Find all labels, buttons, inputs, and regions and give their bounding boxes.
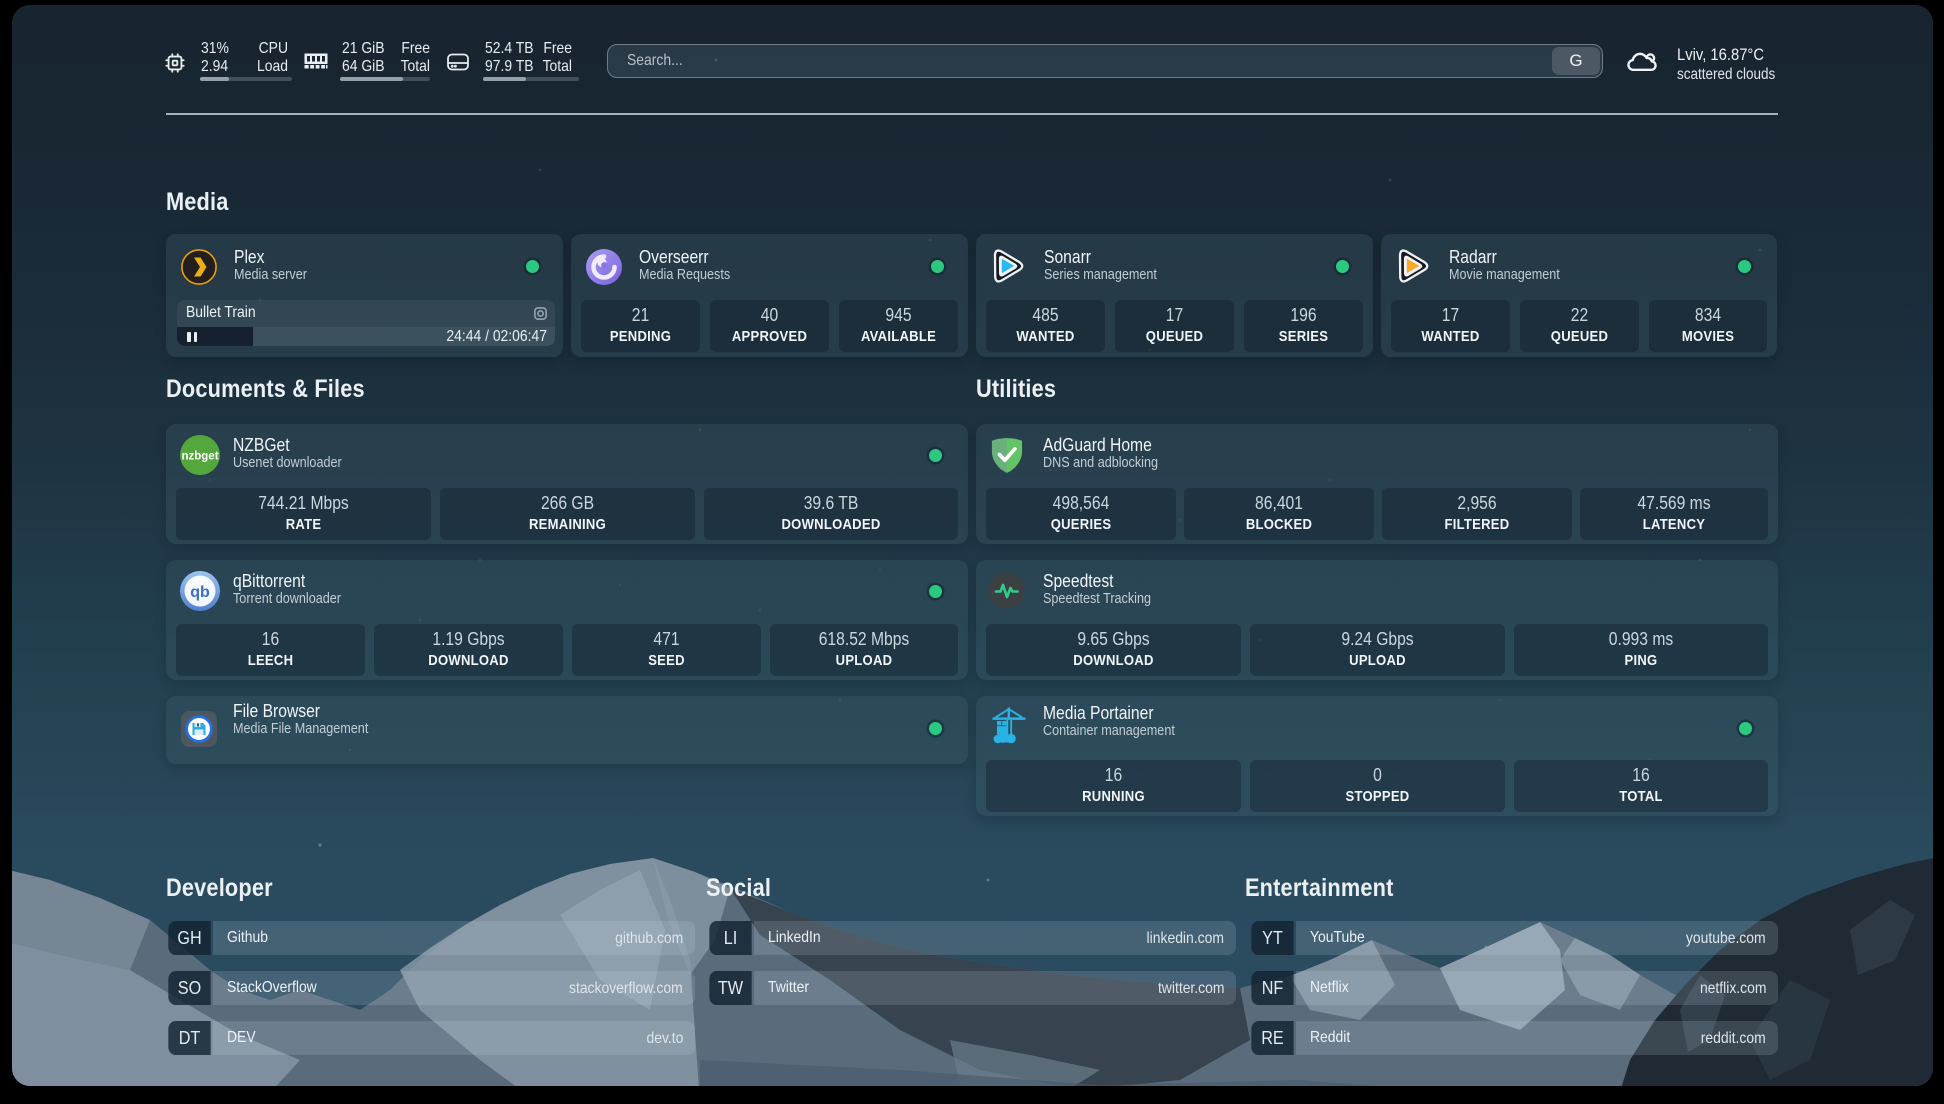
svg-text:nzbget: nzbget <box>181 451 218 463</box>
svg-text:qb: qb <box>190 584 210 601</box>
